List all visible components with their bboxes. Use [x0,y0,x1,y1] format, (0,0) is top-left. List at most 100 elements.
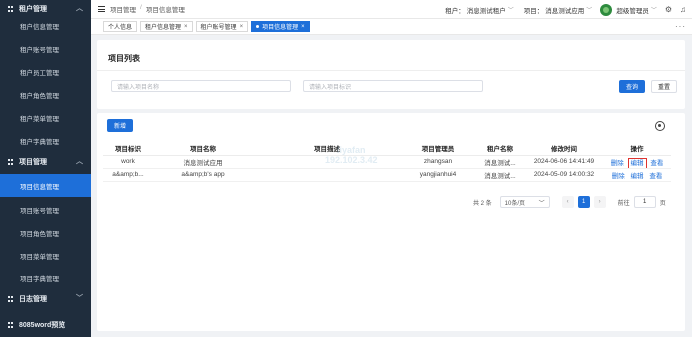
cell-desc [253,168,401,182]
tab-tenant-info[interactable]: 租户信息管理 × [140,21,193,32]
more-icon[interactable]: ··· [675,22,686,31]
tab-tenant-account[interactable]: 租户账号管理 × [195,21,249,32]
grid-icon [8,322,14,328]
pagination-total: 共 2 条 [473,200,492,207]
menu-toggle-icon[interactable] [98,6,105,12]
bell-icon[interactable]: ♫ [680,5,686,14]
breadcrumb: 项目管理 / 项目信息管理 [110,4,185,14]
gear-icon[interactable] [655,121,665,131]
sidebar-item-project-info[interactable]: 项目信息管理 [0,174,91,197]
goto-page-input[interactable]: 1 [633,196,656,208]
menu-group-label: 日志管理 [19,296,47,303]
sidebar-item-project-dict[interactable]: 项目字典管理 [0,266,91,289]
sidebar-item-project-role[interactable]: 项目角色管理 [0,221,91,244]
settings-icon[interactable]: ⚙ [665,5,672,14]
cell-name: a&amp;b's app [153,168,253,182]
search-panel: 项目列表 请输入项目名称 请输入项目标识 查询 重置 [97,40,685,109]
menu-group-label: 项目管理 [19,159,47,166]
query-button[interactable]: 查询 [619,80,645,93]
cell-actions: 删除 编辑 查看 [603,155,671,169]
cell-time: 2024-06-06 14:41:49 [525,155,603,169]
menu-group-label: 8085word预览 [19,322,66,329]
cell-code: a&amp;b... [103,168,153,182]
chevron-down-icon: ﹀ [586,8,593,14]
project-code-input[interactable]: 请输入项目标识 [303,80,483,92]
cell-name: 消息测试应用 [153,155,253,169]
column-header: 项目管理员 [401,141,475,156]
next-page-button[interactable]: › [593,196,606,208]
menu-group-log[interactable]: 日志管理 ﹀ [0,290,91,308]
sidebar-item-tenant-account[interactable]: 租户账号管理 [0,37,91,60]
menu-group-project[interactable]: 项目管理 ︿ [0,153,91,171]
reset-button[interactable]: 重置 [651,80,677,93]
sidebar-item-tenant-dict[interactable]: 租户字典管理 [0,129,91,152]
grid-icon [8,6,14,12]
tenant-selector[interactable]: 租户： 消息测试租户 ﹀ [445,5,514,15]
divider [97,70,685,71]
cell-actions: 删除 编辑 查看 [603,168,671,182]
cell-tenant: 消息测试... [475,155,525,169]
menu-group-word-preview[interactable]: 8085word预览 [0,316,91,334]
view-link[interactable]: 查看 [649,173,662,180]
sidebar-item-project-account[interactable]: 项目账号管理 [0,198,91,221]
view-link[interactable]: 查看 [650,160,663,167]
cell-tenant: 消息测试... [475,168,525,182]
chevron-down-icon: ﹀ [76,295,83,302]
project-table: 项目标识 项目名称 项目描述 项目管理员 租户名称 修改时间 操作 work 消… [103,141,671,182]
delete-link[interactable]: 删除 [611,160,624,167]
tab-project-info[interactable]: 项目信息管理 × [251,21,310,32]
close-icon[interactable]: × [301,24,305,30]
edit-link[interactable]: 编辑 [627,157,647,167]
page-title: 项目列表 [108,54,140,63]
column-header: 项目标识 [103,141,153,156]
goto-label: 前往 [617,200,630,207]
cell-admin: zhangsan [401,155,475,169]
sidebar-item-project-menu[interactable]: 项目菜单管理 [0,244,91,267]
chevron-down-icon: ﹀ [507,8,514,14]
user-menu[interactable]: 超级管理员 ﹀ [616,5,657,15]
column-header: 项目名称 [153,141,253,156]
cell-desc [253,155,401,169]
chevron-down-icon: ﹀ [650,8,657,14]
edit-link[interactable]: 编辑 [631,173,644,180]
grid-icon [8,159,14,165]
tabs-bar: 个人信息 租户信息管理 × 租户账号管理 × 项目信息管理 × ··· [91,19,692,35]
sidebar: 租户管理 ︿ 租户信息管理 租户账号管理 租户员工管理 租户角色管理 租户菜单管… [0,0,91,337]
breadcrumb-item: 项目信息管理 [145,7,185,14]
brand-logo [600,3,613,16]
page-unit-label: 页 [659,200,666,207]
sidebar-item-tenant-info[interactable]: 租户信息管理 [0,14,91,37]
add-button[interactable]: 新增 [107,119,133,132]
column-header: 租户名称 [475,141,525,156]
cell-time: 2024-05-09 14:00:32 [525,168,603,182]
chevron-down-icon: ﹀ [538,200,545,207]
sidebar-item-tenant-staff[interactable]: 租户员工管理 [0,60,91,83]
active-dot-icon [256,25,260,28]
delete-link[interactable]: 删除 [612,173,625,180]
page-number[interactable]: 1 [577,196,590,208]
column-header: 项目描述 [253,141,401,156]
close-icon[interactable]: × [184,24,188,30]
header: 项目管理 / 项目信息管理 租户： 消息测试租户 ﹀ 项目： 消息测试应用 ﹀ … [91,0,692,19]
menu-group-label: 租户管理 [19,6,47,13]
column-header: 操作 [603,141,671,156]
cell-admin: yangjianhui4 [401,168,475,182]
sidebar-item-tenant-role[interactable]: 租户角色管理 [0,83,91,106]
project-selector[interactable]: 项目： 消息测试应用 ﹀ [524,5,593,15]
close-icon[interactable]: × [240,24,244,30]
project-name-input[interactable]: 请输入项目名称 [111,80,291,92]
sidebar-item-tenant-menu[interactable]: 租户菜单管理 [0,106,91,129]
page-size-select[interactable]: 10条/页 ﹀ [499,196,550,208]
table-row: a&amp;b... a&amp;b's app yangjianhui4 消息… [103,168,671,182]
header-actions: 租户： 消息测试租户 ﹀ 项目： 消息测试应用 ﹀ 超级管理员 ﹀ ⚙ ♫ [435,0,686,19]
cell-code: work [103,155,153,169]
breadcrumb-separator: / [140,4,142,11]
prev-page-button[interactable]: ‹ [561,196,574,208]
tab-personal-info[interactable]: 个人信息 [103,21,138,32]
breadcrumb-item[interactable]: 项目管理 [110,4,136,14]
chevron-up-icon: ︿ [76,5,83,12]
grid-icon [8,296,14,302]
table-panel: 新增 项目标识 项目名称 项目描述 项目管理员 租户名称 修改时间 操作 wor… [97,113,685,331]
pagination: 共 2 条 10条/页 ﹀ ‹ 1 › 前往 1 页 [473,196,666,208]
column-header: 修改时间 [525,141,603,156]
